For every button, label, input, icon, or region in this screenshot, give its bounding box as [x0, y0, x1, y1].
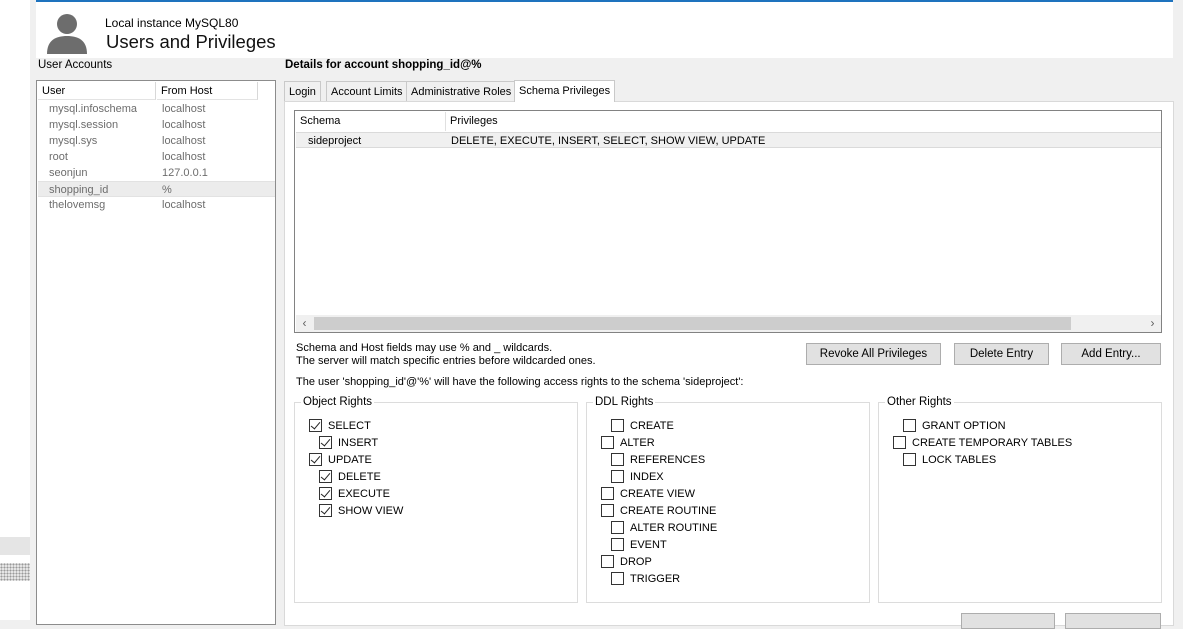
checkbox-box[interactable]	[601, 504, 614, 517]
checkbox-label: INSERT	[338, 437, 379, 449]
checkbox-label: GRANT OPTION	[922, 420, 1006, 432]
checkbox-label: DELETE	[338, 471, 381, 483]
column-header-schema[interactable]: Schema	[296, 112, 446, 131]
host-cell: localhost	[162, 119, 206, 131]
checkbox-label: SHOW VIEW	[338, 505, 404, 517]
user-cell: mysql.infoschema	[49, 103, 138, 115]
checkbox-box[interactable]	[601, 436, 614, 449]
checkbox-label: CREATE VIEW	[620, 488, 695, 500]
checkmark-icon[interactable]	[319, 436, 332, 449]
checkbox-box[interactable]	[893, 436, 906, 449]
tab-login[interactable]: Login	[284, 81, 321, 102]
checkbox-label: UPDATE	[328, 454, 372, 466]
other-rights-group: Other Rights	[878, 396, 1162, 603]
checkmark-icon[interactable]	[319, 470, 332, 483]
privileges-cell: DELETE, EXECUTE, INSERT, SELECT, SHOW VI…	[451, 135, 766, 147]
user-accounts-list[interactable]: User From Host mysql.infoschema localhost…	[36, 80, 276, 625]
checkbox-label: CREATE	[630, 420, 674, 432]
tab-account-limits[interactable]: Account Limits	[326, 81, 408, 102]
checkbox-label: EVENT	[630, 539, 667, 551]
add-entry-button[interactable]: Add Entry...	[1061, 343, 1161, 365]
checkbox-box[interactable]	[611, 419, 624, 432]
table-row[interactable]: mysql.session localhost	[38, 117, 275, 133]
other-rights-title: Other Rights	[887, 396, 952, 408]
checkbox-box[interactable]	[611, 521, 624, 534]
host-cell: 127.0.0.1	[162, 167, 208, 179]
delete-entry-button[interactable]: Delete Entry	[954, 343, 1049, 365]
details-title: Details for account shopping_id@%	[285, 59, 482, 71]
table-row[interactable]: shopping_id%	[38, 181, 275, 197]
table-row[interactable]: root localhost	[38, 149, 275, 165]
revoke-all-privileges-button[interactable]: Revoke All Privileges	[806, 343, 941, 365]
instance-name: Local instance MySQL80	[105, 16, 239, 30]
tab-administrative-roles[interactable]: Administrative Roles	[406, 81, 517, 102]
schema-cell: sideproject	[308, 135, 362, 147]
table-row[interactable]: seonjun 127.0.0.1	[38, 165, 275, 181]
bottom-action-button[interactable]	[1065, 613, 1161, 629]
user-cell: shopping_id	[49, 184, 109, 196]
checkmark-icon[interactable]	[309, 453, 322, 466]
user-accounts-label: User Accounts	[38, 59, 113, 71]
checkbox-box[interactable]	[611, 538, 624, 551]
checkbox-label: REFERENCES	[630, 454, 706, 466]
checkbox-box[interactable]	[611, 572, 624, 585]
user-avatar-icon	[47, 14, 87, 54]
user-cell: mysql.session	[49, 119, 119, 131]
user-cell: thelovemsg	[49, 199, 106, 211]
wildcard-note-line2: The server will match specific entries b…	[296, 355, 596, 367]
table-row[interactable]: mysql.infoschema localhost	[38, 101, 275, 117]
host-cell: localhost	[162, 151, 206, 163]
table-row[interactable]: mysql.sys localhost	[38, 133, 275, 149]
checkmark-icon[interactable]	[309, 419, 322, 432]
column-header-privileges[interactable]: Privileges	[446, 112, 1161, 131]
checkbox-label: TRIGGER	[630, 573, 681, 585]
user-cell: seonjun	[49, 167, 88, 179]
checkbox-label: ALTER	[620, 437, 655, 449]
checkbox-label: ALTER ROUTINE	[630, 522, 718, 534]
page-title: Users and Privileges	[106, 31, 276, 52]
checkmark-icon[interactable]	[319, 504, 332, 517]
host-cell: %	[162, 184, 172, 196]
checkbox-box[interactable]	[601, 555, 614, 568]
checkmark-icon[interactable]	[319, 487, 332, 500]
host-cell: localhost	[162, 135, 206, 147]
checkbox-label: CREATE TEMPORARY TABLES	[912, 437, 1073, 449]
scroll-left-icon[interactable]: ‹	[296, 315, 313, 332]
checkbox-label: INDEX	[630, 471, 664, 483]
checkbox-label: SELECT	[328, 420, 371, 432]
checkbox-label: LOCK TABLES	[922, 454, 997, 466]
table-row[interactable]: thelovemsg localhost	[38, 197, 275, 213]
column-header-from-host[interactable]: From Host	[157, 82, 258, 100]
checkbox-label: DROP	[620, 556, 652, 568]
schema-privileges-table[interactable]: Schema Privileges sideproject DELETE, EX…	[294, 110, 1162, 333]
checkbox-box[interactable]	[903, 453, 916, 466]
access-rights-note: The user 'shopping_id'@'%' will have the…	[296, 376, 744, 388]
column-header-user[interactable]: User	[38, 82, 156, 100]
ddl-rights-title: DDL Rights	[595, 396, 654, 408]
horizontal-scrollbar[interactable]: ‹ ›	[296, 315, 1161, 332]
sidebar-strip-item[interactable]	[0, 537, 30, 555]
scroll-right-icon[interactable]: ›	[1144, 315, 1161, 332]
wildcard-note-line1: Schema and Host fields may use % and _ w…	[296, 342, 553, 354]
scrollbar-thumb[interactable]	[314, 317, 1071, 330]
checkbox-box[interactable]	[611, 470, 624, 483]
host-cell: localhost	[162, 103, 206, 115]
page-header: Local instance MySQL80 Users and Privile…	[36, 0, 1173, 58]
host-cell: localhost	[162, 199, 206, 211]
tab-schema-privileges[interactable]: Schema Privileges	[514, 80, 616, 102]
sidebar-grip-handle[interactable]	[0, 563, 30, 581]
checkbox-box[interactable]	[611, 453, 624, 466]
bottom-action-button[interactable]	[961, 613, 1055, 629]
checkbox-label: CREATE ROUTINE	[620, 505, 717, 517]
user-cell: mysql.sys	[49, 135, 98, 147]
left-sidebar-strip	[0, 0, 30, 620]
user-cell: root	[49, 151, 68, 163]
object-rights-title: Object Rights	[303, 396, 373, 408]
checkbox-label: EXECUTE	[338, 488, 390, 500]
checkbox-box[interactable]	[601, 487, 614, 500]
table-row[interactable]: sideproject DELETE, EXECUTE, INSERT, SEL…	[296, 132, 1161, 148]
checkbox-box[interactable]	[903, 419, 916, 432]
